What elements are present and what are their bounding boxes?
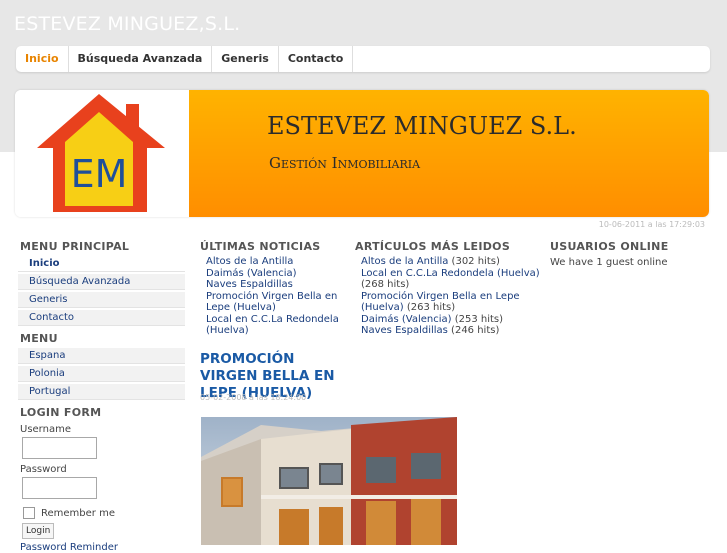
login-form-title: LOGIN FORM xyxy=(20,406,102,419)
username-label: Username xyxy=(20,424,71,435)
news-item[interactable]: Naves Espaldillas xyxy=(206,279,345,291)
hits-count: (302 hits) xyxy=(448,256,500,267)
most-read-item: Local en C.C.La Redondela (Huelva) (268 … xyxy=(361,268,540,291)
latest-news-title: ÚLTIMAS NOTICIAS xyxy=(200,240,321,253)
remember-me-label: Remember me xyxy=(41,507,115,519)
sidebar-item-portugal[interactable]: Portugal xyxy=(18,384,185,400)
password-label: Password xyxy=(20,464,67,475)
banner-subtitle: Gestión Inmobiliaria xyxy=(269,154,421,172)
login-button[interactable]: Login xyxy=(22,523,55,539)
hits-count: (253 hits) xyxy=(451,313,504,325)
users-online-text: We have 1 guest online xyxy=(550,257,668,268)
logo[interactable]: EM xyxy=(15,90,189,217)
sidebar-item-busqueda-avanzada[interactable]: Búsqueda Avanzada xyxy=(18,274,185,290)
most-read-item: Naves Espaldillas (246 hits) xyxy=(361,325,540,337)
sidebar-item-generis[interactable]: Generis xyxy=(18,292,185,308)
password-field[interactable] xyxy=(22,477,97,499)
site-title[interactable]: ESTEVEZ MINGUEZ,S.L. xyxy=(14,13,240,35)
nav-busqueda-avanzada[interactable]: Búsqueda Avanzada xyxy=(69,46,213,72)
most-read-link[interactable]: Local en C.C.La Redondela (Huelva) xyxy=(361,268,540,279)
users-online-title: USUARIOS ONLINE xyxy=(550,240,669,253)
banner-title: ESTEVEZ MINGUEZ S.L. xyxy=(267,112,577,140)
most-read-link[interactable]: Altos de la Antilla xyxy=(361,256,448,267)
most-read-item: Daimás (Valencia) (253 hits) xyxy=(361,314,540,326)
current-date: 10-06-2011 a las 17:29:03 xyxy=(598,220,705,229)
news-item[interactable]: Local en C.C.La Redondela (Huelva) xyxy=(206,314,345,337)
menu-principal-title: MENU PRINCIPAL xyxy=(20,240,130,253)
news-item[interactable]: Promoción Virgen Bella en Lepe (Huelva) xyxy=(206,291,345,314)
sidebar-item-contacto[interactable]: Contacto xyxy=(18,310,185,326)
news-item[interactable]: Altos de la Antilla xyxy=(206,256,345,268)
hits-count: (263 hits) xyxy=(403,302,456,313)
most-read-item: Altos de la Antilla (302 hits) xyxy=(361,256,540,268)
most-read-item: Promoción Virgen Bella en Lepe (Huelva) … xyxy=(361,291,540,314)
remember-me-row: Remember me xyxy=(15,507,187,519)
menu-title: MENU xyxy=(20,332,58,345)
sidebar-item-polonia[interactable]: Polonia xyxy=(18,366,185,382)
password-reminder-link[interactable]: Password Reminder xyxy=(15,542,187,553)
remember-me-checkbox[interactable] xyxy=(23,507,35,519)
most-read-link[interactable]: Daimás (Valencia) xyxy=(361,314,452,325)
most-read-articles: ARTÍCULOS MÁS LEIDOS Altos de la Antilla… xyxy=(350,236,540,337)
article-photo xyxy=(201,417,457,545)
most-read-link[interactable]: Naves Espaldillas xyxy=(361,325,448,336)
header-banner: EM ESTEVEZ MINGUEZ S.L. Gestión Inmobili… xyxy=(15,90,709,217)
logo-letters: EM xyxy=(71,152,128,196)
house-logo-icon: EM xyxy=(37,94,165,212)
building-photo xyxy=(201,417,457,545)
left-sidebar: MENU PRINCIPAL Inicio Búsqueda Avanzada … xyxy=(15,236,187,553)
hits-count: (246 hits) xyxy=(447,325,500,336)
most-read-title: ARTÍCULOS MÁS LEIDOS xyxy=(355,240,511,253)
latest-news: ÚLTIMAS NOTICIAS Altos de la Antilla Dai… xyxy=(195,236,345,337)
username-field[interactable] xyxy=(22,437,97,459)
banner-background: ESTEVEZ MINGUEZ S.L. Gestión Inmobiliari… xyxy=(189,90,709,217)
sidebar-item-espana[interactable]: Espana xyxy=(18,348,185,364)
nav-contacto[interactable]: Contacto xyxy=(279,46,354,72)
hits-count: (268 hits) xyxy=(361,279,410,290)
news-item[interactable]: Daimás (Valencia) xyxy=(206,268,345,280)
nav-generis[interactable]: Generis xyxy=(212,46,279,72)
nav-inicio[interactable]: Inicio xyxy=(16,46,69,72)
article-date: 05-02-2008 a las 18:24:00 xyxy=(200,393,307,402)
top-navigation: Inicio Búsqueda Avanzada Generis Contact… xyxy=(16,46,710,72)
sidebar-item-inicio[interactable]: Inicio xyxy=(18,256,185,272)
users-online: USUARIOS ONLINE We have 1 guest online xyxy=(545,236,710,268)
